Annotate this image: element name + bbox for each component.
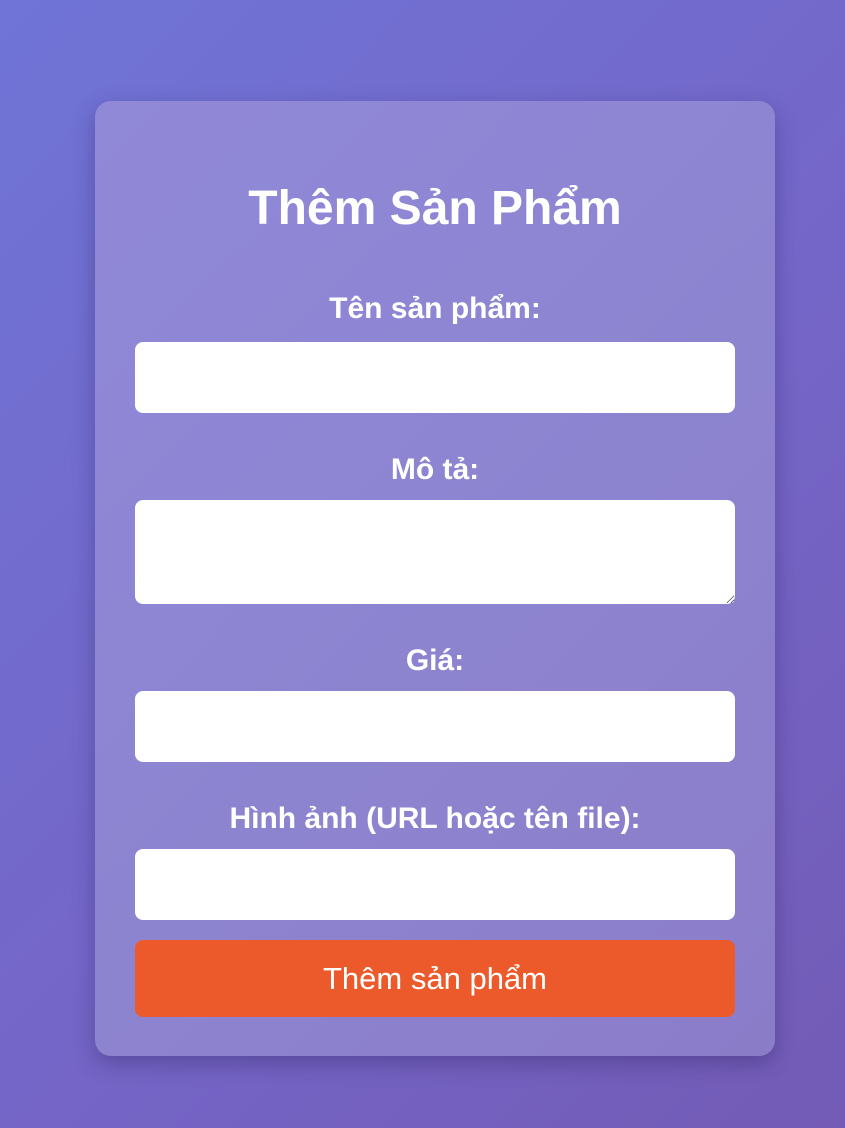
price-input[interactable] [135, 691, 735, 762]
page-title: Thêm Sản Phẩm [248, 182, 622, 235]
description-label: Mô tả: [390, 453, 480, 486]
product-name-input[interactable] [135, 342, 735, 413]
image-label: Hình ảnh (URL hoặc tên file): [229, 802, 641, 835]
image-input[interactable] [135, 849, 735, 920]
add-product-button[interactable]: Thêm sản phẩm [135, 940, 735, 1017]
product-name-label: Tên sản phẩm: [329, 292, 541, 325]
price-label: Giá: [405, 644, 465, 677]
add-product-card: Thêm Sản Phẩm Tên sản phẩm: Mô tả: Giá: … [95, 101, 775, 1056]
description-textarea[interactable] [135, 500, 735, 604]
